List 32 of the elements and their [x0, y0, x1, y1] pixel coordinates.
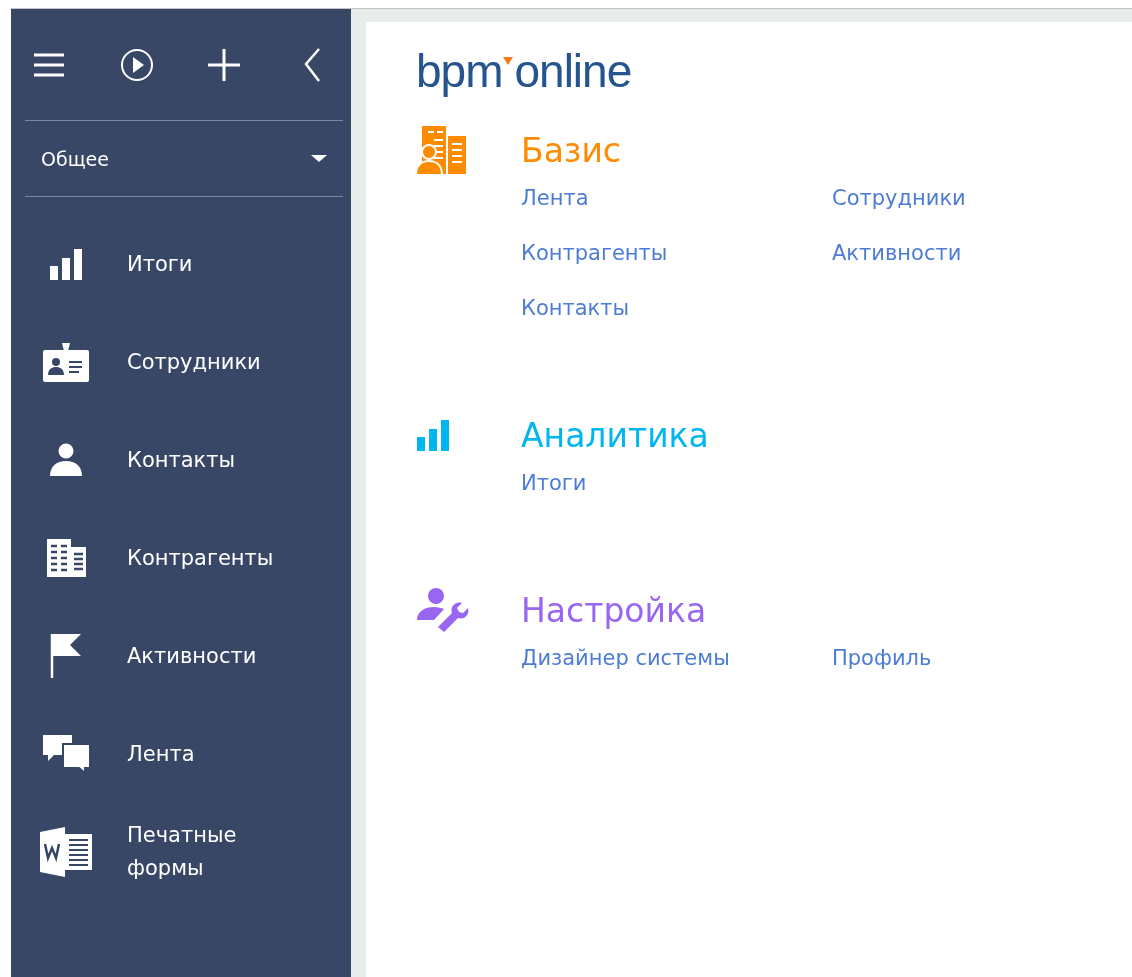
id-badge-icon — [42, 341, 90, 383]
section-link[interactable]: Сотрудники — [832, 186, 966, 210]
sidebar-item[interactable]: Сотрудники — [127, 345, 277, 379]
section-title: Базис — [521, 130, 621, 170]
chat-bubbles-icon — [41, 734, 91, 774]
sidebar-item[interactable]: Лента — [127, 737, 277, 771]
bar-chart-icon — [49, 247, 83, 281]
building-icon — [45, 538, 87, 578]
document-icon — [39, 826, 93, 878]
sidebar-item[interactable]: Активности — [127, 639, 277, 673]
section-link[interactable]: Активности — [832, 241, 962, 265]
flag-icon — [49, 633, 83, 679]
play-button[interactable] — [119, 48, 154, 81]
section-link[interactable]: Контакты — [521, 296, 630, 320]
logo-text: online — [514, 44, 632, 98]
sidebar-item[interactable]: Контрагенты — [127, 541, 277, 575]
person-icon — [49, 443, 83, 477]
section-link[interactable]: Дизайнер системы — [521, 646, 730, 670]
logo-mark-icon — [503, 57, 514, 65]
logo-text: bpm — [416, 44, 503, 98]
section-link[interactable]: Профиль — [832, 646, 932, 670]
plus-button[interactable] — [207, 47, 242, 82]
section-link[interactable]: Лента — [521, 186, 589, 210]
section-link[interactable]: Итоги — [521, 471, 587, 495]
section-title: Настройка — [521, 590, 707, 630]
sidebar-item[interactable]: Печатные формы — [127, 819, 277, 885]
sidebar-item[interactable]: Итоги — [127, 247, 277, 281]
section-title: Аналитика — [521, 415, 709, 455]
section-link[interactable]: Контрагенты — [521, 241, 668, 265]
dropdown-caret-icon[interactable] — [311, 155, 327, 162]
workplace-label: Общее — [41, 147, 109, 170]
sidebar-item[interactable]: Контакты — [127, 443, 277, 477]
